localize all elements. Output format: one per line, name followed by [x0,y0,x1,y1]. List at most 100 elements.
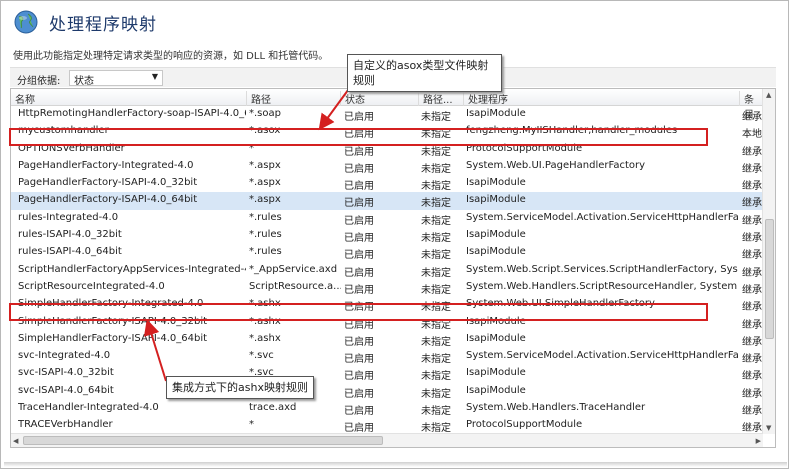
column-header-name[interactable]: 名称 [11,91,247,106]
table-row[interactable]: TraceHandler-Integrated-4.0 trace.axd 已启用 未… [11,400,763,417]
table-row[interactable]: svc-ISAPI-4.0_64bit*.svc已启用未指定IsapiModul… [11,383,763,400]
column-header-path[interactable]: 路径 [247,91,341,106]
column-header-handler[interactable]: 处理程序 [464,91,740,106]
table-row[interactable]: rules-ISAPI-4.0_64bit *.rules 已启用 未指定 IsapiM… [11,244,763,261]
cell-name: ScriptResourceIntegrated-4.0 [18,280,165,292]
vertical-scrollbar[interactable]: ▲ ▼ [762,89,775,434]
table-body: HttpRemotingHandlerFactory-soap-ISAPI-4.… [11,106,763,435]
cell-entry: 继承 [742,163,762,175]
cell-name: PageHandlerFactory-Integrated-4.0 [18,159,194,171]
cell-name: rules-Integrated-4.0 [18,211,119,223]
cell-entry: 继承 [742,406,762,418]
scroll-down-icon[interactable]: ▼ [766,424,771,432]
cell-path-type: 未指定 [421,371,451,383]
cell-handler: IsapiModule [466,332,526,344]
cell-handler: System.Web.Script.Services.ScriptHandler… [466,263,738,275]
cell-entry: 继承 [742,112,762,123]
cell-path-type: 未指定 [421,250,451,262]
cell-handler: IsapiModule [466,384,526,396]
cell-path-type: 未指定 [421,112,451,123]
cell-name: rules-ISAPI-4.0_64bit [18,246,122,258]
globe-icon [14,10,38,34]
cell-state: 已启用 [344,181,374,193]
table-row[interactable]: PageHandlerFactory-ISAPI-4.0_32bit *.aspx… [11,175,763,192]
cell-state: 已启用 [344,112,374,123]
table-row[interactable]: rules-ISAPI-4.0_32bit *.rules 已启用 未指定 IsapiM… [11,227,763,244]
cell-handler: IsapiModule [466,108,526,119]
highlight-mycustomhandler [9,128,708,146]
cell-path: * [249,419,254,431]
scroll-up-icon[interactable]: ▲ [766,91,771,99]
cell-path-type: 未指定 [421,354,451,366]
cell-state: 已启用 [344,250,374,262]
cell-handler: System.Web.Handlers.TraceHandler [466,402,646,414]
cell-name: TraceHandler-Integrated-4.0 [18,402,159,414]
cell-entry: 继承 [742,319,762,331]
table-row[interactable]: SimpleHandlerFactory-ISAPI-4.0_64bit *.as… [11,331,763,348]
cell-path-type: 未指定 [421,336,451,348]
cell-path: *.ashx [249,332,281,344]
cell-name: TRACEVerbHandler [18,419,113,431]
cell-entry: 本地 [742,129,762,141]
column-header-entry[interactable]: 条目 [740,91,763,121]
cell-handler: IsapiModule [466,177,526,189]
cell-path: ScriptResource.a... [249,280,341,292]
dropdown-arrow-icon: ▼ [151,72,158,81]
cell-path: *.rules [249,246,282,258]
horizontal-scrollbar[interactable]: ◀ ▶ [11,433,763,447]
cell-entry: 继承 [742,181,762,193]
cell-path: trace.axd [249,402,297,414]
callout-ashx-integrated: 集成方式下的ashx映射规则 [166,376,314,399]
cell-name: PageHandlerFactory-ISAPI-4.0_64bit [18,194,198,206]
cell-path: *.aspx [249,159,281,171]
table-row[interactable]: rules-Integrated-4.0 *.rules 已启用 未指定 System.… [11,210,763,227]
vertical-scroll-thumb[interactable] [765,219,774,339]
cell-name: ScriptHandlerFactoryAppServices-Integrat… [18,263,246,275]
table-row[interactable]: PageHandlerFactory-ISAPI-4.0_64bit *.aspx… [11,192,763,210]
table-row[interactable]: HttpRemotingHandlerFactory-soap-ISAPI-4.… [11,106,763,123]
cell-path-type: 未指定 [421,233,451,245]
cell-path-type: 未指定 [421,388,451,400]
cell-entry: 继承 [742,146,762,158]
cell-state: 已启用 [344,267,374,279]
cell-handler: IsapiModule [466,229,526,241]
cell-state: 已启用 [344,215,374,227]
cell-path: *.soap [249,108,281,119]
horizontal-scroll-thumb[interactable] [23,436,383,445]
scroll-right-icon[interactable]: ▶ [756,437,761,445]
cell-entry: 继承 [742,371,762,383]
cell-entry: 继承 [742,233,762,245]
window-frame: 处理程序映射 使用此功能指定处理特定请求类型的响应的资源，如 DLL 和托管代码… [0,0,789,469]
cell-state: 已启用 [344,388,374,400]
cell-name: PageHandlerFactory-ISAPI-4.0_32bit [18,177,198,189]
scroll-left-icon[interactable]: ◀ [13,437,18,445]
cell-entry: 继承 [742,250,762,262]
cell-path: *.rules [249,229,282,241]
cell-path-type: 未指定 [421,215,451,227]
column-header-path-type[interactable]: 路径... [419,91,464,106]
cell-name: svc-Integrated-4.0 [18,350,111,362]
cell-name: SimpleHandlerFactory-ISAPI-4.0_64bit [18,332,208,344]
cell-path: *_AppService.axd [249,263,338,275]
group-by-value: 状态 [74,76,94,87]
cell-handler: IsapiModule [466,194,526,206]
table-row[interactable]: svc-ISAPI-4.0_32bit *.svc 已启用 未指定 IsapiModul… [11,365,763,382]
cell-handler: System.ServiceModel.Activation.ServiceHt… [466,350,738,362]
cell-entry: 继承 [742,284,762,296]
table-row[interactable]: ScriptResourceIntegrated-4.0 ScriptResour… [11,279,763,296]
cell-handler: System.Web.Handlers.ScriptResourceHandle… [466,280,738,292]
cell-state: 已启用 [344,406,374,418]
cell-name: HttpRemotingHandlerFactory-soap-ISAPI-4.… [18,108,246,119]
cell-entry: 继承 [742,215,762,227]
cell-handler: ProtocolSupportModule [466,419,583,431]
cell-path-type: 未指定 [421,181,451,193]
callout-custom-asox: 自定义的asox类型文件映射规则 [347,54,502,92]
table-row[interactable]: PageHandlerFactory-Integrated-4.0 *.aspx 已… [11,158,763,175]
cell-entry: 继承 [742,336,762,348]
table-row[interactable]: ScriptHandlerFactoryAppServices-Integrat… [11,262,763,279]
column-header-state[interactable]: 状态 [341,91,419,106]
cell-path-type: 未指定 [421,406,451,418]
table-row[interactable]: svc-Integrated-4.0 *.svc 已启用 未指定 System.Serv… [11,348,763,365]
cell-state: 已启用 [344,371,374,383]
group-by-select[interactable]: 状态 ▼ [69,70,163,87]
